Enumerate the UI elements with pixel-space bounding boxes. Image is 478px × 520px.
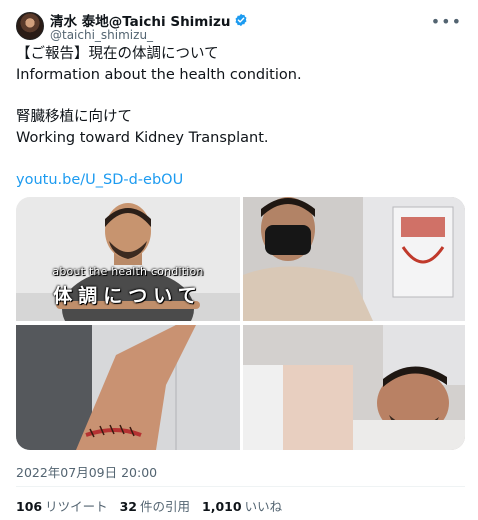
retweet-count[interactable]: 106 リツイート	[16, 496, 108, 515]
avatar[interactable]	[16, 12, 44, 40]
video-caption-english: about the health condition	[52, 265, 204, 278]
stat-label: リツイート	[45, 499, 108, 514]
stat-count: 32	[119, 499, 138, 514]
media-grid: about the health condition 体調について	[16, 197, 465, 450]
tweet-line: Working toward Kidney Transplant.	[16, 130, 269, 146]
verified-badge-icon	[236, 13, 247, 27]
media-photo-video-thumbnail[interactable]: about the health condition 体調について	[16, 197, 240, 321]
like-count[interactable]: 1,010 いいね	[202, 496, 282, 515]
author-handle[interactable]: @taichi_shimizu_	[50, 28, 153, 42]
divider	[16, 486, 465, 487]
youtube-link[interactable]: youtu.be/U_SD-d-ebOU	[16, 170, 462, 191]
stat-count: 1,010	[202, 499, 242, 514]
media-photo-hospital-bed[interactable]	[243, 197, 465, 321]
stat-count: 106	[16, 499, 43, 514]
tweet-line: 腎臓移植に向けて	[16, 109, 132, 125]
video-caption-japanese: 体調について	[53, 285, 203, 307]
tweet-header: 清水 泰地@Taichi Shimizu @taichi_shimizu_ ••…	[16, 10, 462, 46]
stat-label: 件の引用	[140, 499, 191, 514]
media-photo-recovery[interactable]	[243, 325, 465, 450]
tweet-text: 【ご報告】現在の体調について Information about the hea…	[16, 44, 462, 191]
author-name-row[interactable]: 清水 泰地@Taichi Shimizu	[50, 10, 248, 30]
display-name[interactable]: 清水 泰地@Taichi Shimizu	[50, 10, 230, 30]
arm-stitches-illustration	[16, 325, 240, 450]
tweet-timestamp[interactable]: 2022年07月09日 20:00	[16, 462, 157, 481]
hospital-bed-illustration	[243, 197, 465, 321]
engagement-stats: 106 リツイート 32 件の引用 1,010 いいね	[16, 496, 282, 515]
tweet-line: 【ご報告】現在の体調について	[16, 46, 219, 62]
media-photo-arm-stitches[interactable]	[16, 325, 240, 450]
tweet-line: Information about the health condition.	[16, 67, 302, 83]
more-options-icon[interactable]: •••	[431, 14, 462, 30]
recovery-bed-illustration	[243, 325, 465, 450]
quote-count[interactable]: 32 件の引用	[120, 496, 190, 515]
stat-label: いいね	[244, 499, 283, 514]
